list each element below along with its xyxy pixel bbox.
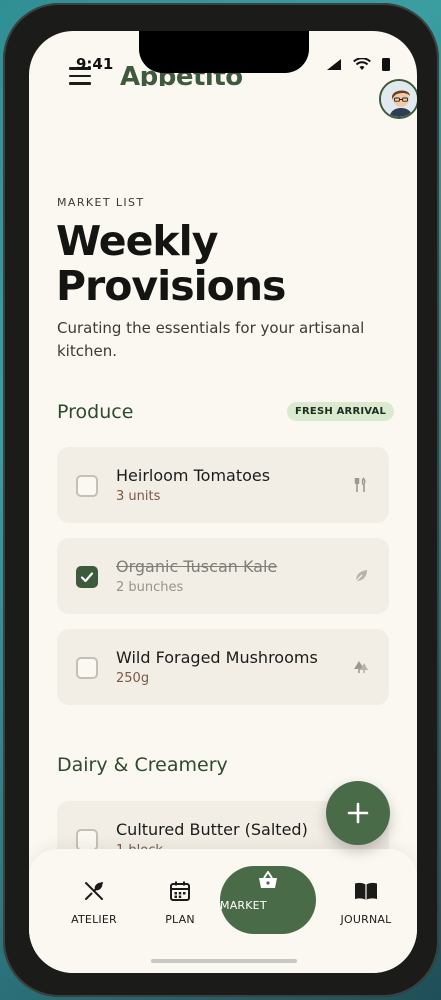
item-name: Heirloom Tomatoes bbox=[116, 466, 271, 485]
bottom-navigation: ATELIER PLAN MARKET JOURNAL bbox=[29, 849, 417, 973]
book-icon bbox=[355, 882, 377, 900]
item-checkbox[interactable] bbox=[76, 829, 98, 851]
app-screen: 9:41 Appetito MARKET LIST Weekly Provisi… bbox=[29, 31, 417, 973]
utensils-icon bbox=[354, 477, 366, 492]
item-quantity: 2 bunches bbox=[116, 580, 184, 595]
signal-icon bbox=[327, 59, 341, 70]
section-title-dairy: Dairy & Creamery bbox=[57, 754, 228, 776]
user-avatar[interactable] bbox=[379, 79, 417, 119]
utensils-crossed-icon bbox=[85, 882, 103, 900]
page-eyebrow: MARKET LIST bbox=[57, 196, 145, 209]
item-quantity: 3 units bbox=[116, 489, 161, 504]
item-quantity: 250g bbox=[116, 671, 150, 686]
item-checkbox[interactable] bbox=[76, 657, 98, 679]
fresh-arrival-badge: FRESH ARRIVAL bbox=[287, 402, 395, 421]
nav-label: MARKET bbox=[220, 899, 267, 912]
item-checkbox-checked[interactable] bbox=[76, 566, 98, 588]
camera-notch bbox=[139, 31, 309, 73]
tree-icon bbox=[354, 661, 368, 673]
status-icons bbox=[325, 57, 391, 72]
page-title: Weekly Provisions bbox=[56, 217, 286, 310]
plus-icon bbox=[347, 802, 369, 824]
nav-item-market-active[interactable]: MARKET bbox=[220, 866, 316, 934]
item-checkbox[interactable] bbox=[76, 475, 98, 497]
list-item-heirloom-tomatoes[interactable]: Heirloom Tomatoes 3 units bbox=[57, 447, 389, 523]
leaf-icon bbox=[355, 570, 367, 582]
status-time: 9:41 bbox=[76, 55, 114, 73]
nav-item-journal[interactable]: JOURNAL bbox=[326, 879, 406, 926]
section-title-produce: Produce bbox=[57, 401, 134, 423]
basket-icon bbox=[259, 871, 277, 888]
home-indicator bbox=[151, 959, 297, 963]
wifi-icon bbox=[353, 58, 371, 70]
battery-icon bbox=[382, 58, 390, 71]
add-item-button[interactable] bbox=[326, 781, 390, 845]
item-name: Wild Foraged Mushrooms bbox=[116, 648, 318, 667]
page-subtitle: Curating the essentials for your artisan… bbox=[57, 319, 365, 360]
nav-label: ATELIER bbox=[71, 913, 117, 926]
nav-label: JOURNAL bbox=[340, 913, 392, 926]
checkmark-icon bbox=[80, 572, 94, 583]
item-name: Cultured Butter (Salted) bbox=[116, 820, 308, 839]
list-item-wild-mushrooms[interactable]: Wild Foraged Mushrooms 250g bbox=[57, 629, 389, 705]
nav-label: PLAN bbox=[165, 913, 195, 926]
phone-frame: 9:41 Appetito MARKET LIST Weekly Provisi… bbox=[3, 3, 439, 997]
nav-item-atelier[interactable]: ATELIER bbox=[54, 879, 134, 926]
calendar-icon bbox=[170, 881, 190, 901]
nav-item-plan[interactable]: PLAN bbox=[140, 879, 220, 926]
item-name: Organic Tuscan Kale bbox=[116, 557, 278, 576]
list-item-tuscan-kale[interactable]: Organic Tuscan Kale 2 bunches bbox=[57, 538, 389, 614]
